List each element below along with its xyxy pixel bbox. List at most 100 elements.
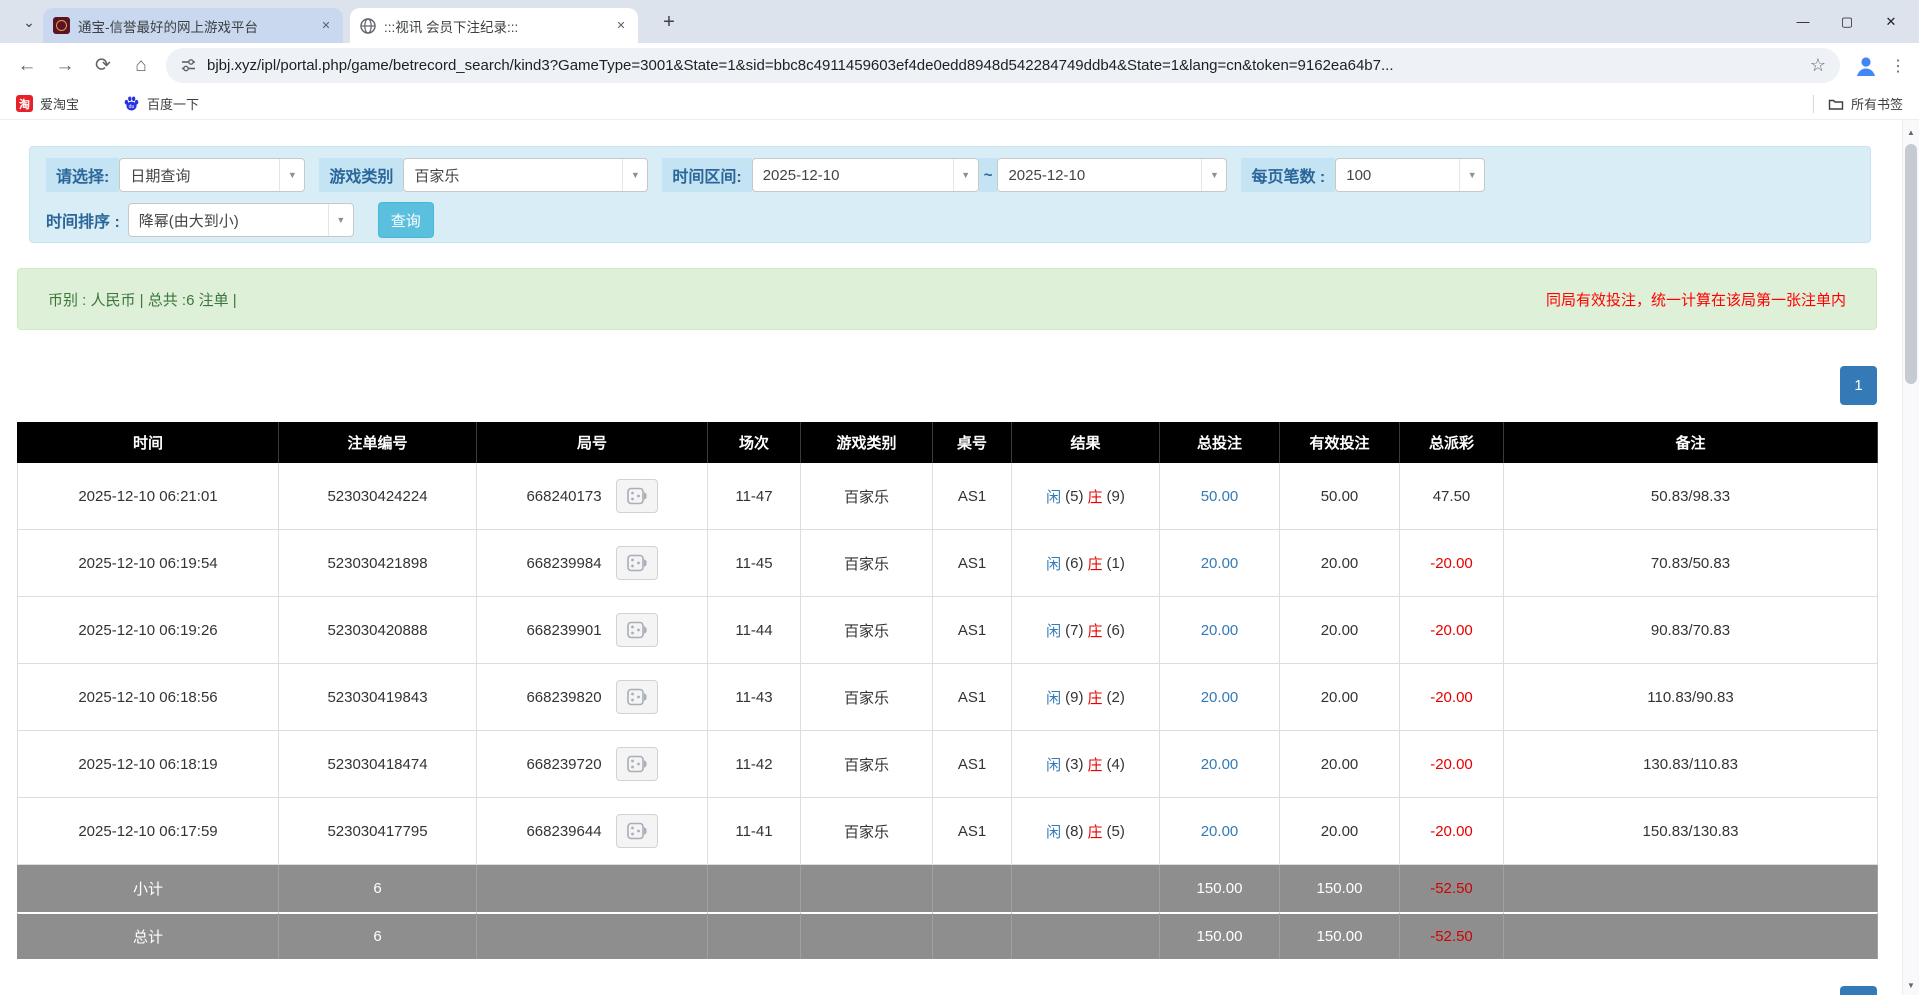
person-icon <box>1853 53 1879 79</box>
date-to-dropdown[interactable]: 2025-12-10 ▼ <box>997 158 1227 192</box>
tab-title: :::视讯 会员下注纪录::: <box>384 16 604 36</box>
cell-round-id: 668239720 <box>477 731 708 798</box>
cell-valid-bet: 50.00 <box>1280 463 1400 530</box>
cell-session: 11-44 <box>708 597 801 664</box>
result-banker-label: 庄 <box>1088 486 1103 507</box>
all-bookmarks-label[interactable]: 所有书签 <box>1851 94 1903 113</box>
subtotal-row: 小计 6 150.00 150.00 -52.50 <box>17 865 1879 912</box>
bookmark-label: 百度一下 <box>147 94 199 113</box>
column-header-bet-id: 注单编号 <box>279 422 477 463</box>
bookmark-star-icon[interactable]: ☆ <box>1810 55 1826 76</box>
bookmark-taobao[interactable]: 淘 爱淘宝 <box>16 94 79 113</box>
scroll-up-icon[interactable]: ▲ <box>1903 124 1919 140</box>
chevron-down-icon[interactable]: ▼ <box>622 159 647 191</box>
vertical-scrollbar[interactable]: ▲ ▼ <box>1902 120 1919 995</box>
sort-dropdown[interactable]: 降幂(由大到小) ▼ <box>128 203 354 237</box>
subtotal-payout: -52.50 <box>1400 865 1504 912</box>
round-id-text: 668239984 <box>526 555 601 572</box>
game-type-dropdown[interactable]: 百家乐 ▼ <box>403 158 648 192</box>
back-icon[interactable]: ← <box>8 47 46 85</box>
cell-note: 150.83/130.83 <box>1504 798 1878 865</box>
reload-icon[interactable]: ⟳ <box>84 47 122 85</box>
bookmark-baidu[interactable]: du 百度一下 <box>123 94 199 113</box>
filter-row-1: 请选择: 日期查询 ▼ 游戏类别 百家乐 ▼ 时间区间: 2025-12-10 … <box>46 158 1485 192</box>
replay-button[interactable] <box>616 546 658 580</box>
site-settings-icon[interactable] <box>180 57 197 74</box>
replay-button[interactable] <box>616 747 658 781</box>
maximize-button[interactable]: ▢ <box>1825 6 1869 38</box>
chevron-down-icon[interactable]: ▼ <box>1201 159 1226 191</box>
result-player-score: (5) <box>1065 488 1083 505</box>
replay-button[interactable] <box>616 479 658 513</box>
cell-note: 110.83/90.83 <box>1504 664 1878 731</box>
menu-kebab-icon[interactable]: ⋮ <box>1885 51 1911 81</box>
home-icon[interactable]: ⌂ <box>122 47 160 85</box>
cell-session: 11-45 <box>708 530 801 597</box>
result-player-score: (8) <box>1065 823 1083 840</box>
cell-total-bet: 20.00 <box>1160 731 1280 798</box>
cell-time: 2025-12-10 06:19:54 <box>17 530 279 597</box>
result-player-label: 闲 <box>1046 754 1061 775</box>
cell-payout: -20.00 <box>1400 664 1504 731</box>
close-window-button[interactable]: ✕ <box>1869 6 1913 38</box>
empty-cell <box>708 865 801 912</box>
minimize-button[interactable]: — <box>1781 6 1825 38</box>
cell-game-type: 百家乐 <box>801 664 933 731</box>
cell-valid-bet: 20.00 <box>1280 664 1400 731</box>
cell-table: AS1 <box>933 664 1012 731</box>
currency-summary-text: 币别 : 人民币 | 总共 :6 注单 | <box>48 289 237 310</box>
scrollbar-thumb[interactable] <box>1905 144 1917 384</box>
column-header-valid-bet: 有效投注 <box>1280 422 1400 463</box>
table-row: 2025-12-10 06:18:19 523030418474 6682397… <box>17 731 1879 798</box>
empty-cell <box>1012 865 1160 912</box>
chevron-down-icon[interactable]: ▼ <box>1459 159 1484 191</box>
round-id-text: 668239901 <box>526 622 601 639</box>
cell-game-type: 百家乐 <box>801 597 933 664</box>
cell-round-id: 668239644 <box>477 798 708 865</box>
replay-button[interactable] <box>616 814 658 848</box>
cell-bet-id: 523030419843 <box>279 664 477 731</box>
pagination-page-1[interactable]: 1 <box>1840 366 1877 405</box>
total-row: 总计 6 150.00 150.00 -52.50 <box>17 912 1879 959</box>
dice-icon <box>627 487 647 505</box>
tab-search-chevron-icon[interactable]: ⌄ <box>16 9 42 35</box>
replay-button[interactable] <box>616 680 658 714</box>
cell-round-id: 668239901 <box>477 597 708 664</box>
query-type-dropdown[interactable]: 日期查询 ▼ <box>119 158 305 192</box>
chevron-down-icon[interactable]: ▼ <box>279 159 304 191</box>
result-player-score: (3) <box>1065 756 1083 773</box>
notice-text: 同局有效投注，统一计算在该局第一张注单内 <box>1546 289 1846 310</box>
forward-icon[interactable]: → <box>46 47 84 85</box>
chevron-down-icon[interactable]: ▼ <box>328 204 353 236</box>
profile-avatar[interactable] <box>1852 52 1879 79</box>
search-button[interactable]: 查询 <box>378 202 434 238</box>
close-tab-icon[interactable]: ✕ <box>612 17 630 35</box>
date-from-dropdown[interactable]: 2025-12-10 ▼ <box>752 158 979 192</box>
result-player-score: (6) <box>1065 555 1083 572</box>
cell-round-id: 668239820 <box>477 664 708 731</box>
scroll-down-icon[interactable]: ▼ <box>1903 977 1919 993</box>
tab-casino-platform[interactable]: 通宝-信誉最好的网上游戏平台 ✕ <box>43 8 343 43</box>
result-player-label: 闲 <box>1046 553 1061 574</box>
cell-table: AS1 <box>933 463 1012 530</box>
subtotal-count: 6 <box>279 865 477 912</box>
tab-bet-record[interactable]: :::视讯 会员下注纪录::: ✕ <box>350 8 638 43</box>
svg-text:du: du <box>129 104 135 110</box>
date-from-value: 2025-12-10 <box>753 167 953 184</box>
cell-table: AS1 <box>933 530 1012 597</box>
close-tab-icon[interactable]: ✕ <box>317 17 335 35</box>
table-body: 2025-12-10 06:21:01 523030424224 6682401… <box>17 463 1879 865</box>
cell-payout: 47.50 <box>1400 463 1504 530</box>
page-size-dropdown[interactable]: 100 ▼ <box>1335 158 1485 192</box>
new-tab-button[interactable]: + <box>655 8 683 36</box>
address-bar[interactable]: bjbj.xyz/ipl/portal.php/game/betrecord_s… <box>166 48 1840 83</box>
replay-button[interactable] <box>616 613 658 647</box>
empty-cell <box>1504 865 1878 912</box>
chevron-down-icon[interactable]: ▼ <box>953 159 978 191</box>
pagination-bottom-partial[interactable] <box>1840 986 1877 995</box>
url-text[interactable]: bjbj.xyz/ipl/portal.php/game/betrecord_s… <box>207 57 1802 74</box>
result-player-score: (7) <box>1065 622 1083 639</box>
game-type-label: 游戏类别 <box>319 158 403 192</box>
column-header-total-bet: 总投注 <box>1160 422 1280 463</box>
cell-table: AS1 <box>933 798 1012 865</box>
